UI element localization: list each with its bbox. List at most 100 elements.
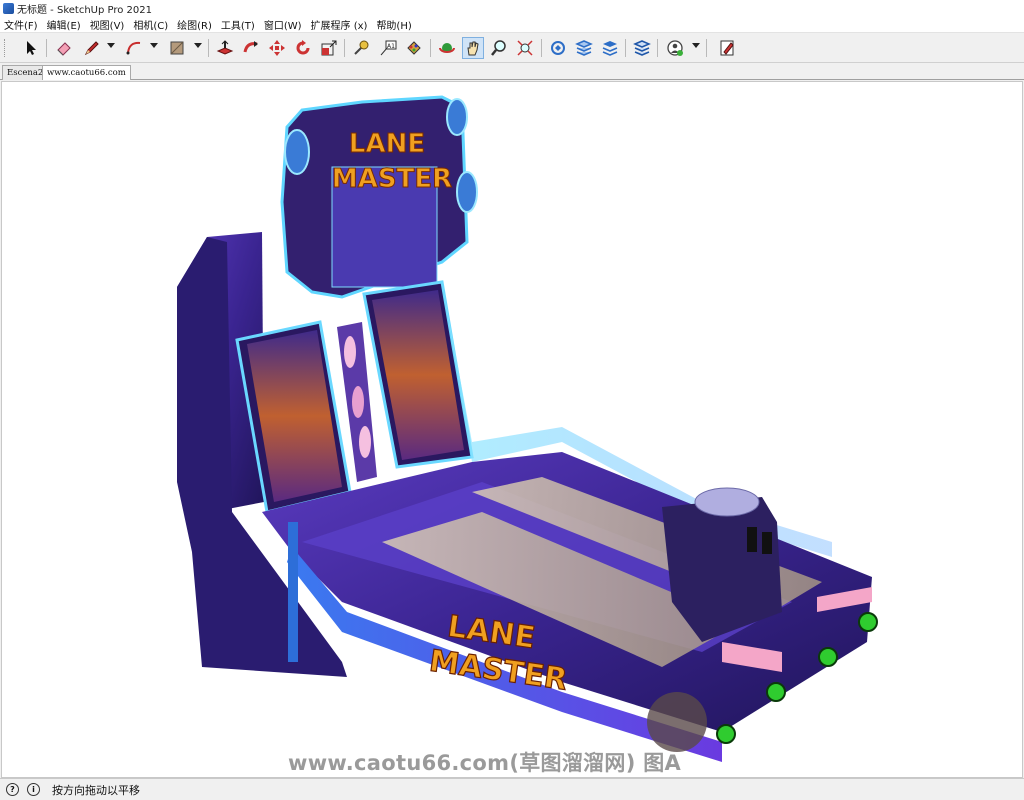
pin-decoration	[456, 171, 478, 213]
green-wheel	[858, 612, 878, 632]
shape-tool-dropdown[interactable]	[194, 43, 202, 48]
toolbar-separator	[657, 39, 658, 57]
eraser-tool-button[interactable]	[53, 37, 75, 59]
follow-me-tool-button[interactable]	[240, 37, 262, 59]
follow-me-icon	[243, 41, 258, 53]
toolbar-grip[interactable]	[4, 39, 7, 57]
menu-edit[interactable]: 编辑(E)	[47, 17, 81, 32]
toolbar-separator	[706, 39, 707, 57]
3d-warehouse-button[interactable]	[547, 37, 569, 59]
pan-hand-icon	[467, 41, 479, 56]
text-tool-button[interactable]: A1	[377, 37, 399, 59]
extension-manager-button[interactable]	[631, 37, 653, 59]
zoom-tool-button[interactable]	[488, 37, 510, 59]
marquee-logo-lane: LANE	[349, 129, 425, 159]
orbit-icon	[439, 43, 455, 53]
coin-slot	[747, 527, 757, 552]
paint-bucket-tool-button[interactable]	[403, 37, 425, 59]
green-wheel	[766, 682, 786, 702]
extension-warehouse-icon	[575, 40, 593, 56]
menu-view[interactable]: 视图(V)	[90, 17, 125, 32]
layout-send-button[interactable]	[599, 37, 621, 59]
user-account-icon	[667, 40, 683, 56]
menu-extensions[interactable]: 扩展程序 (x)	[311, 17, 368, 32]
scale-tool-button[interactable]	[318, 37, 340, 59]
line-tool-dropdown[interactable]	[107, 43, 115, 48]
toolbar-separator	[344, 39, 345, 57]
account-button[interactable]	[664, 37, 686, 59]
coin-slot	[762, 532, 772, 554]
pin-decoration	[344, 336, 356, 368]
ball-return-dome	[694, 487, 760, 517]
tape-measure-tool-button[interactable]	[350, 37, 372, 59]
warehouse-icon	[551, 41, 565, 55]
bowling-ball-graphic	[647, 692, 707, 752]
green-wheel	[818, 647, 838, 667]
arc-tool-dropdown[interactable]	[150, 43, 158, 48]
line-tool-button[interactable]	[81, 37, 103, 59]
paint-bucket-icon	[407, 41, 421, 55]
pin-decoration	[446, 98, 468, 136]
text-label-icon: A1	[380, 40, 397, 56]
menu-bar: 文件(F) 编辑(E) 视图(V) 相机(C) 绘图(R) 工具(T) 窗口(W…	[0, 17, 1024, 32]
marquee-logo-master: MASTER	[332, 164, 452, 194]
pan-tool-button[interactable]	[462, 37, 484, 59]
arc-tool-button[interactable]	[123, 37, 145, 59]
rotate-tool-button[interactable]	[292, 37, 314, 59]
sketchup-app-icon	[3, 3, 14, 14]
title-bar: 无标题 - SketchUp Pro 2021	[0, 0, 1024, 17]
window-title: 无标题 - SketchUp Pro 2021	[17, 5, 152, 16]
menu-tools[interactable]: 工具(T)	[221, 17, 255, 32]
pencil-icon	[84, 41, 99, 56]
send-to-layout-button[interactable]	[716, 37, 738, 59]
toolbar-separator	[541, 39, 542, 57]
arc-icon	[126, 41, 141, 55]
cursor-arrow-icon	[27, 41, 36, 55]
select-tool-button[interactable]	[20, 37, 42, 59]
menu-window[interactable]: 窗口(W)	[264, 17, 302, 32]
menu-camera[interactable]: 相机(C)	[133, 17, 168, 32]
rotate-icon	[296, 40, 310, 55]
magnifier-icon	[491, 40, 506, 56]
extension-manager-icon	[633, 40, 651, 56]
status-message: 按方向拖动以平移	[52, 783, 140, 797]
watermark-text: www.caotu66.com(草图溜溜网) 图A	[288, 751, 682, 775]
layers-stack-icon	[602, 41, 618, 56]
toolbar-separator	[625, 39, 626, 57]
push-pull-icon	[216, 40, 234, 55]
menu-help[interactable]: 帮助(H)	[376, 17, 411, 32]
toolbar-separator	[208, 39, 209, 57]
3d-viewport[interactable]: LANE MASTER LANE MASTER	[1, 81, 1023, 778]
zoom-extents-button[interactable]	[514, 37, 536, 59]
bowling-arcade-model: LANE MASTER LANE MASTER	[177, 95, 878, 762]
scene-tab-caotu66[interactable]: www.caotu66.com	[42, 65, 131, 80]
tape-measure-icon	[354, 40, 369, 55]
sketchup-window: 无标题 - SketchUp Pro 2021 文件(F) 编辑(E) 视图(V…	[0, 0, 1024, 800]
rectangle-icon	[170, 41, 184, 55]
cabinet-pole	[288, 522, 298, 662]
orbit-tool-button[interactable]	[436, 37, 458, 59]
extension-warehouse-button[interactable]	[573, 37, 595, 59]
eraser-icon	[57, 42, 71, 56]
info-icon[interactable]: i	[27, 783, 40, 796]
push-pull-tool-button[interactable]	[214, 37, 236, 59]
pin-decoration	[359, 426, 371, 458]
toolbar-separator	[46, 39, 47, 57]
move-arrows-icon	[269, 40, 285, 56]
toolbar-separator	[430, 39, 431, 57]
status-bar: ? i 按方向拖动以平移	[0, 778, 1024, 800]
green-wheel	[716, 724, 736, 744]
account-dropdown[interactable]	[692, 43, 700, 48]
scene-tabs-bar: Escena2 www.caotu66.com	[0, 63, 1024, 80]
menu-draw[interactable]: 绘图(R)	[177, 17, 212, 32]
rectangle-tool-button[interactable]	[166, 37, 188, 59]
main-toolbar: A1	[0, 32, 1024, 63]
svg-text:A1: A1	[387, 43, 395, 50]
pin-decoration	[284, 129, 310, 175]
menu-file[interactable]: 文件(F)	[4, 17, 38, 32]
zoom-extents-icon	[517, 40, 533, 56]
help-icon[interactable]: ?	[6, 783, 19, 796]
pin-decoration	[352, 386, 364, 418]
move-tool-button[interactable]	[266, 37, 288, 59]
layout-pencil-icon	[720, 40, 734, 56]
